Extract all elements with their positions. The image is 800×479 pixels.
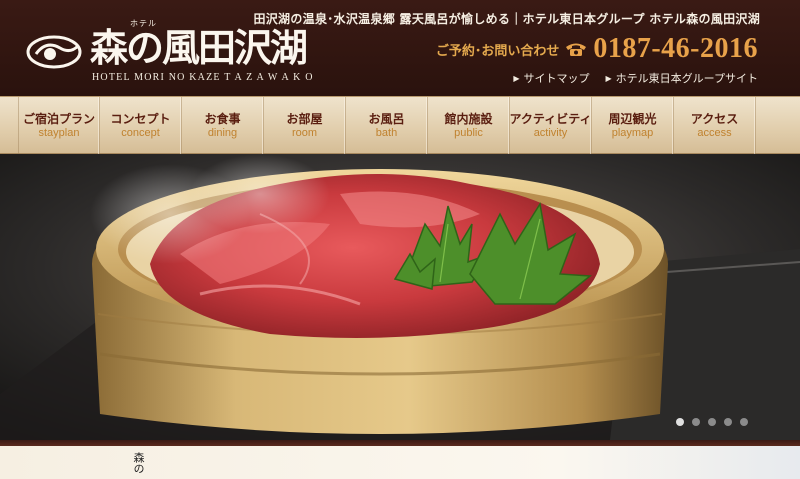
slider-dot[interactable] — [708, 418, 716, 426]
global-nav: ご宿泊プラン stayplan コンセプト concept お食事 dining… — [0, 96, 800, 155]
slider-dot[interactable] — [740, 418, 748, 426]
sitemap-link-label: サイトマップ — [523, 72, 590, 85]
nav-item-concept[interactable]: コンセプト concept — [100, 97, 182, 155]
nav-label-en: playmap — [611, 127, 654, 139]
nav-label-jp: ご宿泊プラン — [22, 112, 95, 126]
nav-label-en: activity — [533, 127, 568, 139]
nav-label-jp: お風呂 — [368, 112, 405, 126]
nav-item-public[interactable]: 館内施設 public — [428, 97, 510, 155]
nav-label-en: concept — [121, 127, 160, 139]
nav-item-room[interactable]: お部屋 room — [264, 97, 346, 155]
sitemap-link[interactable]: ▶ サイトマップ — [513, 70, 589, 86]
logo-name-en: HOTEL MORI NO KAZE T A Z A W A K O — [92, 72, 314, 83]
logo-wave-icon — [26, 35, 82, 69]
slider-dot[interactable] — [724, 418, 732, 426]
triangle-right-icon: ▶ — [513, 73, 520, 83]
contact-info: ご予約･お問い合わせ 0187-46-2016 — [435, 33, 758, 65]
nav-label-en: stayplan — [38, 127, 80, 139]
nav-item-bath[interactable]: お風呂 bath — [346, 97, 428, 155]
contact-label: ご予約･お問い合わせ — [435, 43, 560, 59]
slider-dot[interactable] — [692, 418, 700, 426]
site-header: ホテル 森の風田沢湖 HOTEL MORI NO KAZE T A Z A W … — [0, 0, 800, 96]
nav-label-jp: お部屋 — [286, 112, 323, 126]
nav-label-jp: 館内施設 — [444, 112, 493, 126]
nav-item-stayplan[interactable]: ご宿泊プラン stayplan — [18, 97, 100, 155]
logo-name-jp: 森の風田沢湖 — [90, 25, 308, 70]
hero-image — [0, 154, 800, 440]
group-site-link-label: ホテル東日本グループサイト — [615, 72, 758, 85]
triangle-right-icon: ▶ — [605, 73, 612, 83]
nav-label-en: bath — [375, 127, 398, 139]
nav-item-access[interactable]: アクセス access — [674, 97, 756, 155]
intro-section: 森の — [0, 446, 800, 479]
intro-vertical-text: 森の — [132, 452, 145, 474]
header-links: ▶ サイトマップ ▶ ホテル東日本グループサイト — [513, 70, 758, 86]
nav-label-en: room — [291, 127, 318, 139]
nav-item-playmap[interactable]: 周辺観光 playmap — [592, 97, 674, 155]
nav-label-en: public — [454, 127, 483, 139]
nav-item-activity[interactable]: アクティビティ activity — [510, 97, 592, 155]
nav-label-jp: お食事 — [204, 112, 241, 126]
slider-dots — [676, 418, 748, 426]
nav-label-jp: アクセス — [690, 112, 739, 126]
nav-label-jp: コンセプト — [110, 112, 171, 126]
site-tagline: 田沢湖の温泉･水沢温泉郷 露天風呂が愉しめる｜ホテル東日本グループ ホテル森の風… — [253, 12, 760, 26]
nav-label-jp: 周辺観光 — [608, 112, 657, 126]
nav-item-dining[interactable]: お食事 dining — [182, 97, 264, 155]
nav-label-en: dining — [207, 127, 238, 139]
phone-icon — [566, 43, 587, 56]
slider-dot[interactable] — [676, 418, 684, 426]
group-site-link[interactable]: ▶ ホテル東日本グループサイト — [606, 70, 759, 86]
nav-label-en: access — [697, 127, 732, 139]
nav-list: ご宿泊プラン stayplan コンセプト concept お食事 dining… — [18, 97, 756, 155]
hero-slider[interactable] — [0, 154, 800, 440]
nav-label-jp: アクティビティ — [509, 112, 592, 126]
phone-number[interactable]: 0187-46-2016 — [593, 33, 758, 65]
